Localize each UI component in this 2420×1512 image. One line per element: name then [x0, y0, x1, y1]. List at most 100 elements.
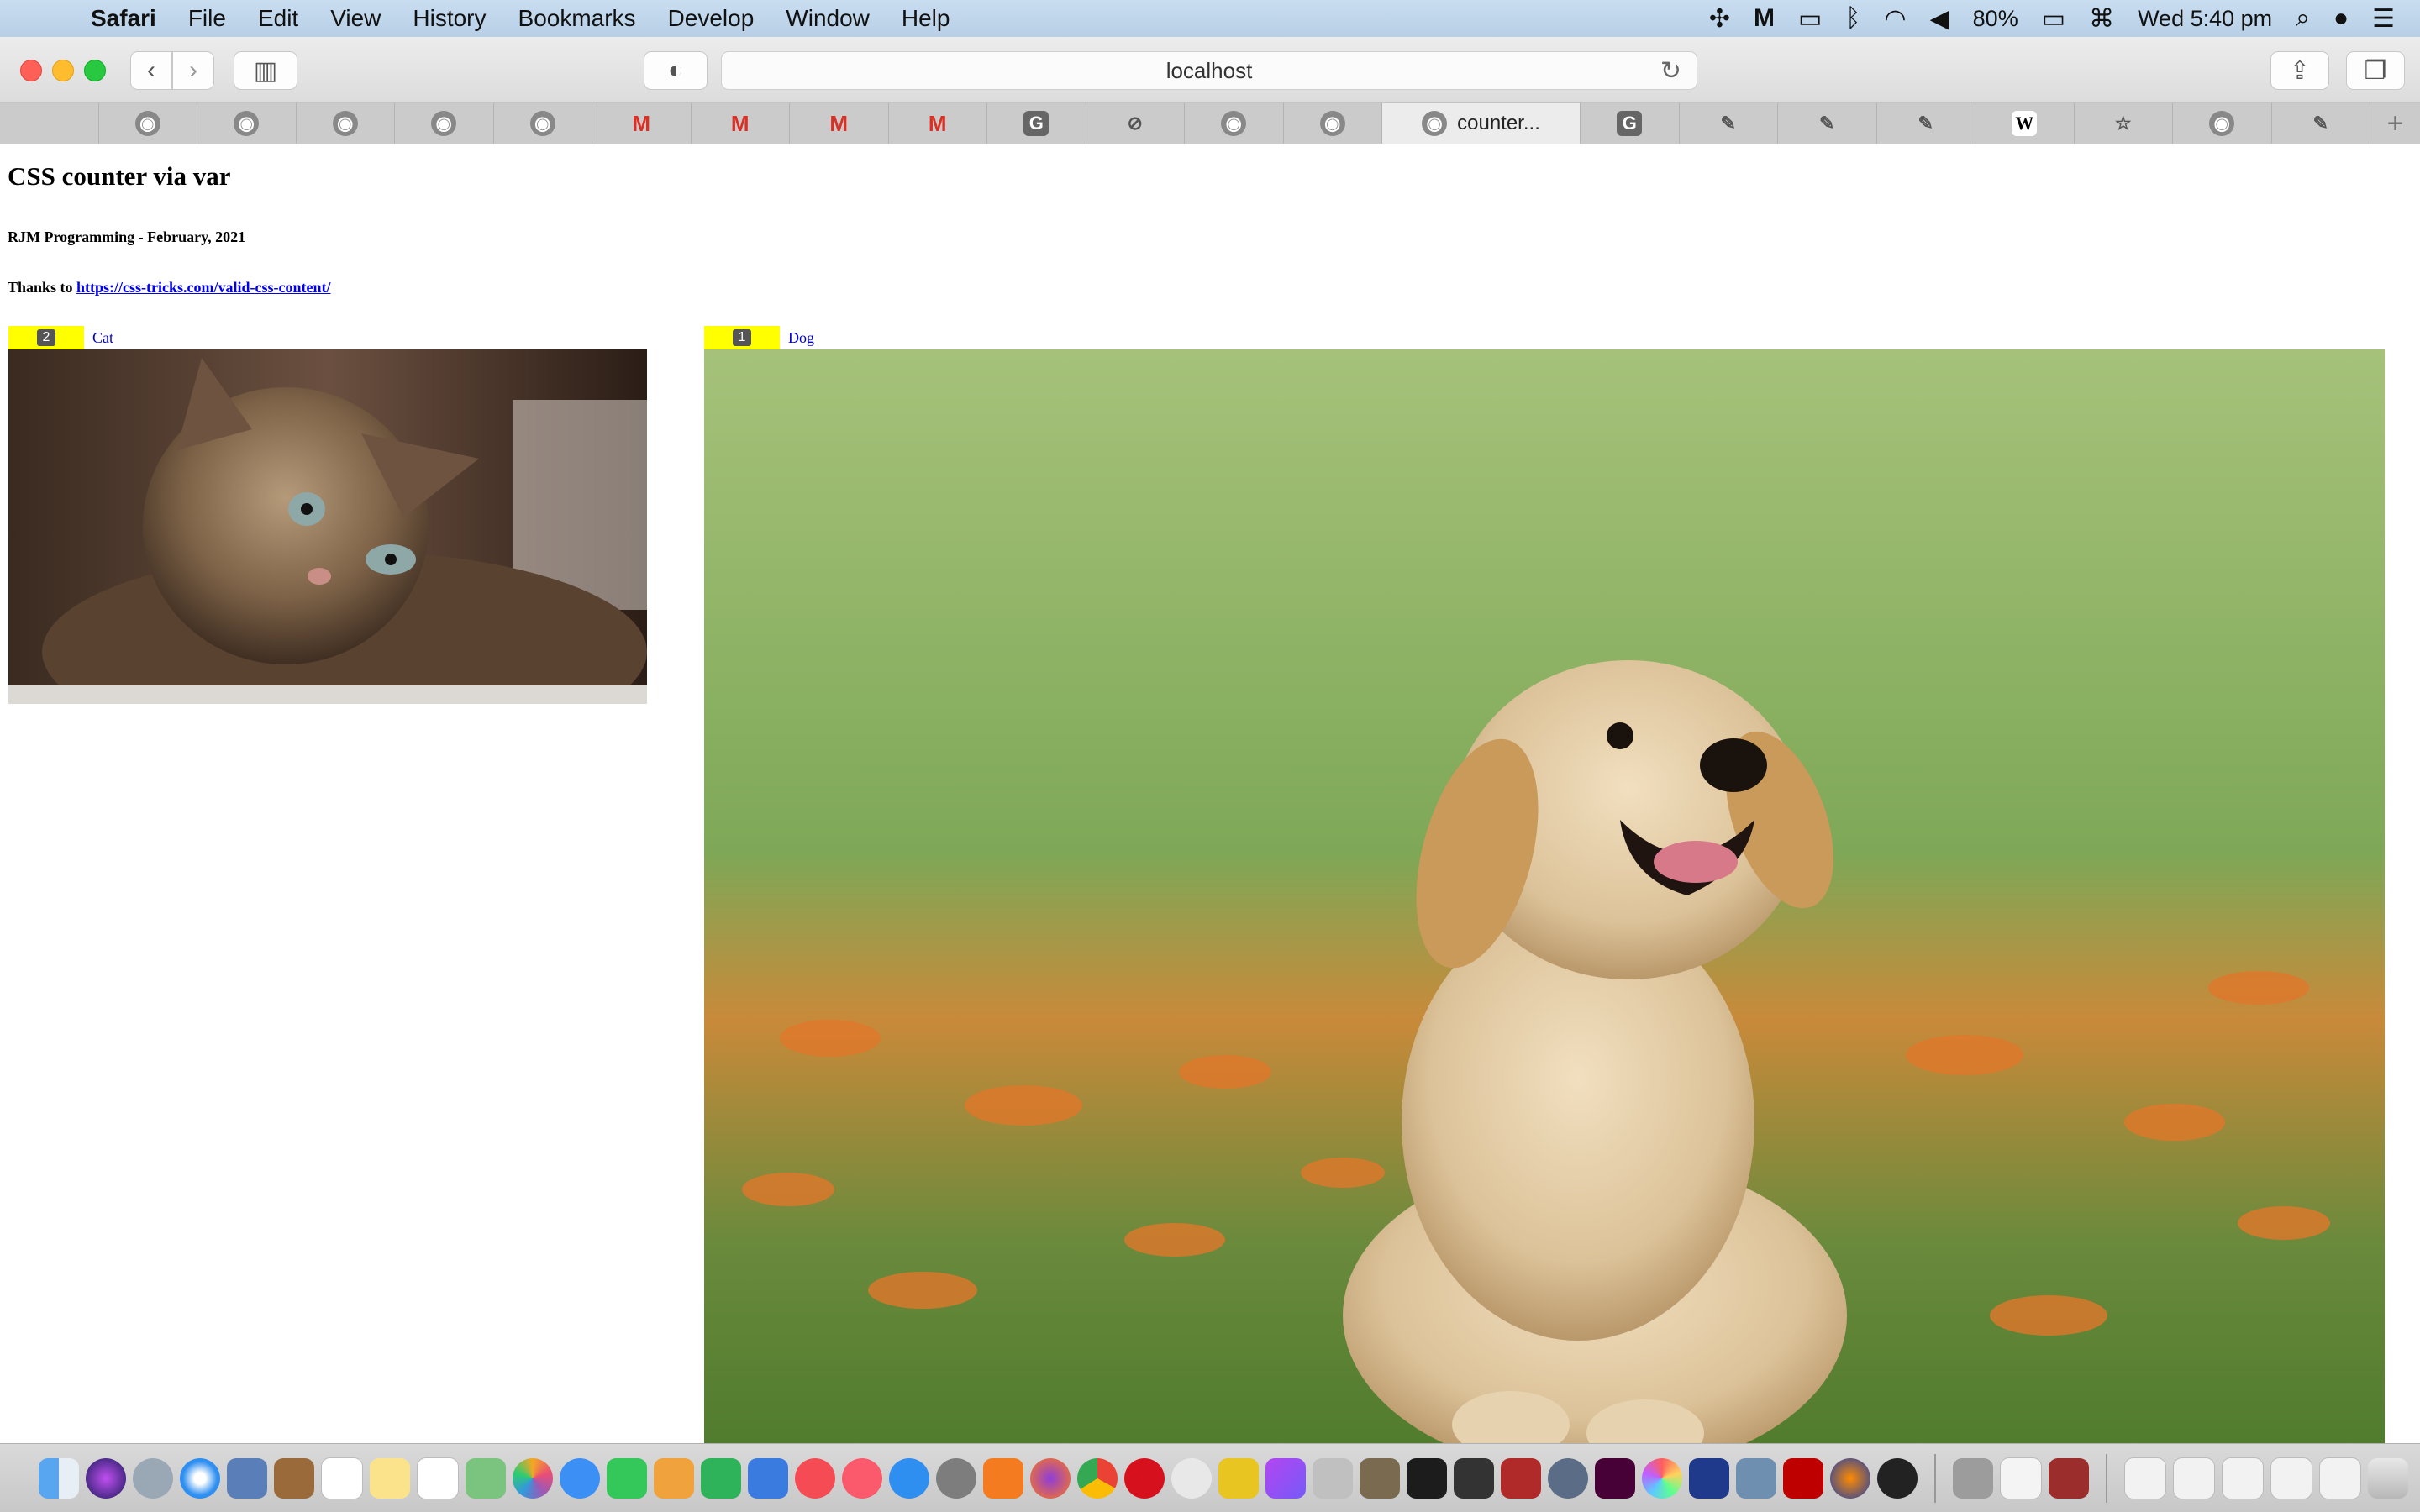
safari-icon[interactable]: [180, 1457, 220, 1499]
news-icon[interactable]: [795, 1457, 835, 1499]
share-button[interactable]: ⇪: [2270, 51, 2329, 90]
new-tab-button[interactable]: +: [2370, 103, 2420, 144]
menu-app-name[interactable]: Safari: [91, 5, 156, 32]
tab-after-6[interactable]: ◉: [2173, 103, 2272, 144]
tab-before-5[interactable]: ◉: [494, 103, 592, 144]
cat-label[interactable]: Cat: [92, 329, 113, 347]
tab-after-2[interactable]: ✎: [1778, 103, 1877, 144]
finder-icon[interactable]: [39, 1457, 79, 1499]
bluetooth-icon[interactable]: ᛒ: [1845, 4, 1860, 33]
document-stack-icon[interactable]: [2173, 1457, 2215, 1499]
trash-icon[interactable]: [2368, 1457, 2408, 1499]
menu-file[interactable]: File: [188, 5, 226, 32]
address-bar[interactable]: localhost ↻: [721, 51, 1697, 90]
system-preferences-icon[interactable]: [936, 1457, 976, 1499]
pages-icon[interactable]: [654, 1457, 694, 1499]
reload-icon[interactable]: ↻: [1660, 56, 1681, 86]
menu-develop[interactable]: Develop: [668, 5, 755, 32]
airplay-icon[interactable]: ▭: [1798, 4, 1822, 34]
dictionary-icon[interactable]: [2049, 1457, 2089, 1499]
menu-view[interactable]: View: [330, 5, 381, 32]
app-store-icon[interactable]: [889, 1457, 929, 1499]
menu-edit[interactable]: Edit: [258, 5, 298, 32]
launchpad-icon[interactable]: [133, 1457, 173, 1499]
adobe-xd-icon[interactable]: [1595, 1457, 1635, 1499]
firefox-icon[interactable]: [1030, 1457, 1071, 1499]
tab-before-3[interactable]: ◉: [297, 103, 395, 144]
menu-help[interactable]: Help: [902, 5, 950, 32]
battery-icon[interactable]: ▭: [2042, 4, 2065, 34]
sidebar-toggle-button[interactable]: ▥: [234, 51, 297, 90]
messages-icon[interactable]: [560, 1457, 600, 1499]
siri-icon[interactable]: [86, 1457, 126, 1499]
flow-icon[interactable]: [1689, 1457, 1729, 1499]
siri-icon[interactable]: ●: [2333, 4, 2349, 33]
tab-after-5[interactable]: ☆: [2075, 103, 2173, 144]
tab-after-1[interactable]: ✎: [1680, 103, 1778, 144]
quicktime-icon[interactable]: [1548, 1457, 1588, 1499]
zoom-window-button[interactable]: [84, 60, 106, 81]
tab-before-8[interactable]: M: [790, 103, 889, 144]
facetime-icon[interactable]: [607, 1457, 647, 1499]
back-button[interactable]: ‹: [130, 51, 172, 90]
notification-center-icon[interactable]: ☰: [2372, 4, 2395, 34]
photos-icon[interactable]: [513, 1457, 553, 1499]
script-editor-icon[interactable]: [1313, 1457, 1353, 1499]
opera-icon[interactable]: [1124, 1457, 1165, 1499]
dog-label[interactable]: Dog: [788, 329, 814, 347]
app-status-icon[interactable]: ✣: [1709, 4, 1730, 34]
tab-after-7[interactable]: ✎: [2272, 103, 2370, 144]
thanks-link[interactable]: https://css-tricks.com/valid-css-content…: [76, 279, 330, 296]
document-stack-icon[interactable]: [2270, 1457, 2312, 1499]
tab-after-4[interactable]: W: [1975, 103, 2075, 144]
numbers-icon[interactable]: [701, 1457, 741, 1499]
tab-after-3[interactable]: ✎: [1877, 103, 1975, 144]
forward-button[interactable]: ›: [172, 51, 214, 90]
tab-before-6[interactable]: M: [592, 103, 692, 144]
tab-active[interactable]: ◉ counter...: [1382, 103, 1581, 144]
privacy-report-button[interactable]: ◐: [644, 51, 708, 90]
tab-before-4[interactable]: ◉: [395, 103, 494, 144]
tab-before-12[interactable]: ◉: [1185, 103, 1284, 144]
volume-icon[interactable]: ◀: [1930, 4, 1949, 34]
spotlight-search-icon[interactable]: ⌕: [2296, 4, 2310, 33]
preview-icon[interactable]: [227, 1457, 267, 1499]
notebook-icon[interactable]: [274, 1457, 314, 1499]
music-icon[interactable]: [842, 1457, 882, 1499]
terminal-icon[interactable]: [1407, 1457, 1447, 1499]
tab-before-0[interactable]: [0, 103, 99, 144]
menu-window[interactable]: Window: [786, 5, 870, 32]
color-ui-icon[interactable]: [1642, 1457, 1682, 1499]
automator-icon[interactable]: [1953, 1457, 1993, 1499]
clock[interactable]: Wed 5:40 pm: [2138, 6, 2272, 32]
avast-icon[interactable]: [983, 1457, 1023, 1499]
reminders-icon[interactable]: [417, 1457, 459, 1499]
wifi-icon[interactable]: ◠: [1884, 4, 1906, 34]
malwarebytes-icon[interactable]: M: [1754, 4, 1775, 33]
screenshot-icon[interactable]: [1736, 1457, 1776, 1499]
tab-before-13[interactable]: ◉: [1284, 103, 1382, 144]
input-menu-icon[interactable]: ⌘: [2089, 4, 2114, 34]
filezilla-pro-icon[interactable]: [1218, 1457, 1259, 1499]
calendar-icon[interactable]: [321, 1457, 363, 1499]
minimize-window-button[interactable]: [52, 60, 74, 81]
gimp-icon[interactable]: [1360, 1457, 1400, 1499]
photo-booth-icon[interactable]: [1501, 1457, 1541, 1499]
elephant-app-icon[interactable]: [1171, 1457, 1212, 1499]
tab-overview-button[interactable]: ❐: [2346, 51, 2405, 90]
notes-icon[interactable]: [370, 1457, 410, 1499]
filezilla-icon[interactable]: [1783, 1457, 1823, 1499]
menu-bookmarks[interactable]: Bookmarks: [518, 5, 636, 32]
tab-before-1[interactable]: ◉: [99, 103, 197, 144]
tab-before-7[interactable]: M: [692, 103, 790, 144]
inkscape-icon[interactable]: [1454, 1457, 1494, 1499]
menu-history[interactable]: History: [413, 5, 486, 32]
close-window-button[interactable]: [20, 60, 42, 81]
audacity-icon[interactable]: [1830, 1457, 1870, 1499]
textedit-icon[interactable]: [2000, 1457, 2042, 1499]
document-stack-icon[interactable]: [2319, 1457, 2361, 1499]
tab-before-9[interactable]: M: [889, 103, 987, 144]
chrome-icon[interactable]: [1077, 1457, 1118, 1499]
maps-icon[interactable]: [466, 1457, 506, 1499]
phpstorm-icon[interactable]: [1265, 1457, 1306, 1499]
